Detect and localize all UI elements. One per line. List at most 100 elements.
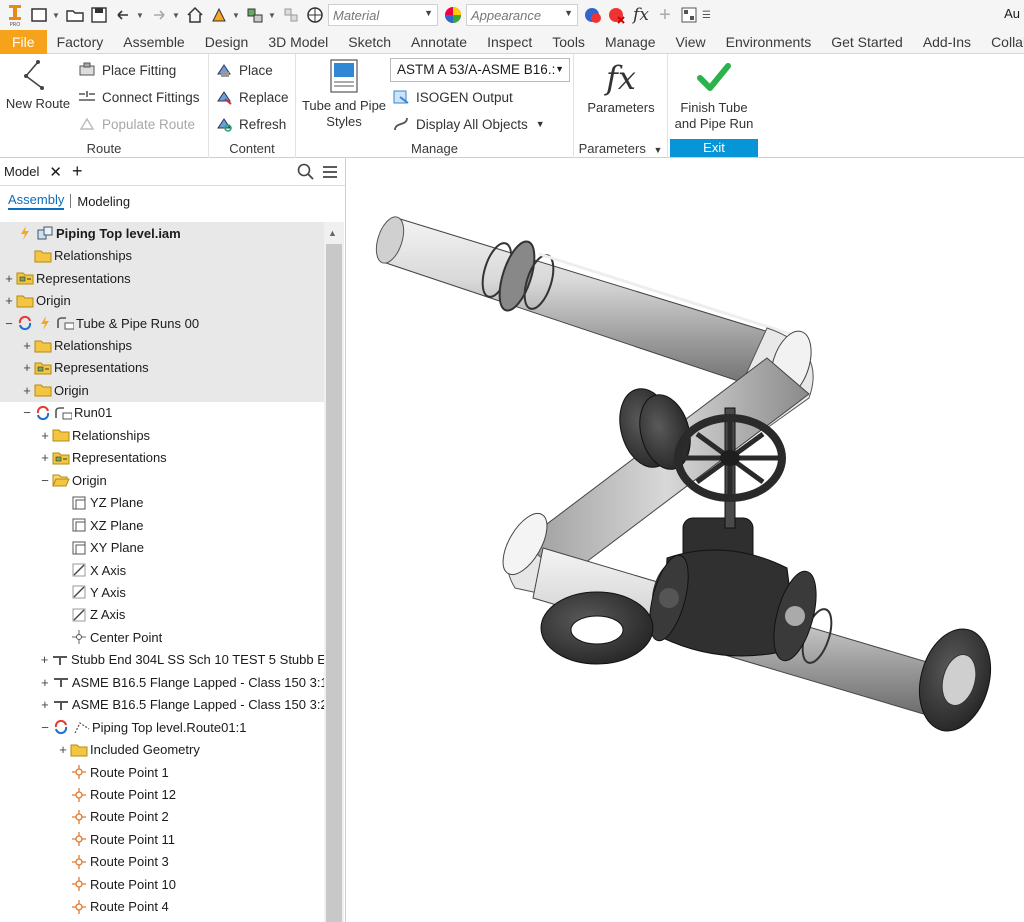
graphics-viewport[interactable] [347,158,1024,922]
tree-row[interactable]: + ASME B16.5 Flange Lapped - Class 150 3:… [0,671,324,694]
select-filter-dropdown-icon[interactable]: ▼ [268,11,276,20]
redo-icon[interactable] [148,4,170,26]
add-browser-tab-icon[interactable]: + [72,161,83,182]
scrollbar-thumb[interactable] [326,244,342,922]
tab-file[interactable]: File [0,29,47,54]
content-place-button[interactable]: Place [215,59,273,81]
isogen-output-button[interactable]: ISOGEN Output [392,86,513,108]
update-dropdown-icon[interactable]: ▼ [232,11,240,20]
open-folder-icon[interactable] [64,4,86,26]
tree-row[interactable]: + Origin [0,289,324,312]
content-replace-button[interactable]: Replace [215,86,289,108]
search-icon[interactable] [297,163,315,184]
parameters-panel-label[interactable]: Parameters ▼ [574,141,667,156]
expand-plus-icon[interactable]: + [22,360,32,375]
tree-row[interactable]: Z Axis [0,604,324,627]
tree-row[interactable]: + Stubb End 304L SS Sch 10 TEST 5 Stubb E… [0,649,324,672]
tree-row[interactable]: Route Point 1 [0,761,324,784]
new-file-icon[interactable] [28,4,50,26]
material-sphere-icon[interactable] [304,4,326,26]
tab-environments[interactable]: Environments [716,30,822,54]
tree-row[interactable]: Route Point 10 [0,873,324,896]
tree-row[interactable]: Route Point 4 [0,896,324,919]
new-route-button[interactable]: New Route [2,58,74,112]
tree-row[interactable]: − Tube & Pipe Runs 00 [0,311,324,335]
display-all-objects-button[interactable]: Display All Objects ▼ [392,113,545,135]
tree-row[interactable]: XZ Plane [0,514,324,537]
tab-manage[interactable]: Manage [595,30,666,54]
expand-plus-icon[interactable]: + [40,675,50,690]
collapse-minus-icon[interactable]: − [22,405,32,420]
adjust-appearance-icon[interactable] [582,4,604,26]
tree-row[interactable]: + Relationships [0,334,324,357]
tree-row[interactable]: Y Axis [0,581,324,604]
expand-plus-icon[interactable]: + [58,742,68,757]
tab-inspect[interactable]: Inspect [477,30,542,54]
customize-qat-icon[interactable]: ☰ [702,10,711,21]
expand-plus-icon[interactable]: + [4,293,14,308]
expand-plus-icon[interactable]: + [4,271,14,286]
tree-row[interactable]: − Origin [0,469,324,492]
connect-fittings-button[interactable]: Connect Fittings [78,86,200,108]
tab-sketch[interactable]: Sketch [338,30,401,54]
content-refresh-button[interactable]: Refresh [215,113,286,135]
expand-plus-icon[interactable]: + [22,383,32,398]
tree-row[interactable]: Route Point 3 [0,851,324,874]
tab-assemble[interactable]: Assemble [113,30,194,54]
place-fitting-button[interactable]: Place Fitting [78,59,176,81]
collapse-minus-icon[interactable]: − [40,473,50,488]
tree-row[interactable]: YZ Plane [0,491,324,514]
assembly-subtab[interactable]: Assembly [8,192,65,210]
home-icon[interactable] [184,4,206,26]
tab-get-started[interactable]: Get Started [821,30,913,54]
measure-icon[interactable] [280,4,302,26]
tab-view[interactable]: View [666,30,716,54]
tree-row[interactable]: + Origin [0,379,324,402]
tree-row[interactable]: − Piping Top level.Route01:1 [0,716,324,739]
tree-row[interactable]: + Representations [0,447,324,470]
ilogic-icon[interactable] [678,4,700,26]
parameters-button[interactable]: fx Parameters [578,58,664,116]
tree-row[interactable]: + Representations [0,356,324,380]
browser-title[interactable]: Model [4,164,39,179]
tree-row[interactable]: + Included Geometry [0,738,324,761]
collapse-minus-icon[interactable]: − [4,316,14,331]
tree-row[interactable]: XY Plane [0,536,324,559]
save-icon[interactable] [88,4,110,26]
update-icon[interactable] [208,4,230,26]
clear-appearance-icon[interactable] [606,4,628,26]
populate-route-button[interactable]: Populate Route [78,113,195,135]
close-browser-icon[interactable]: ✕ [49,163,62,181]
redo-dropdown-icon[interactable]: ▼ [172,11,180,20]
expand-plus-icon[interactable]: + [40,697,50,712]
inventor-logo-icon[interactable]: PRO [4,4,26,27]
tree-row[interactable]: X Axis [0,559,324,582]
undo-dropdown-icon[interactable]: ▼ [136,11,144,20]
expand-plus-icon[interactable]: + [22,338,32,353]
fx-parameters-icon[interactable]: fx [630,4,652,26]
tree-row[interactable]: Route Point 11 [0,828,324,851]
select-filter-icon[interactable] [244,4,266,26]
tree-row[interactable]: Route Point 2 [0,806,324,829]
finish-tube-pipe-run-button[interactable]: Finish Tube and Pipe Run [668,58,760,132]
style-combo[interactable]: ASTM A 53/A-ASME B16.: ▼ [390,58,570,82]
tree-row[interactable]: + ASME B16.5 Flange Lapped - Class 150 3:… [0,693,324,716]
tab-tools[interactable]: Tools [542,30,595,54]
hamburger-menu-icon[interactable] [321,163,339,184]
expand-plus-icon[interactable]: + [40,428,50,443]
tab-factory[interactable]: Factory [47,30,114,54]
undo-icon[interactable] [112,4,134,26]
scroll-up-arrow-icon[interactable]: ▲ [328,228,337,238]
browser-scrollbar[interactable]: ▲ [324,222,344,922]
appearance-color-icon[interactable] [442,4,464,26]
tree-row[interactable]: Route Point 12 [0,783,324,806]
expand-plus-icon[interactable]: + [40,450,50,465]
material-combo[interactable]: Material ▼ [328,4,438,26]
tree-row[interactable]: Center Point [0,626,324,649]
tab-design[interactable]: Design [195,30,259,54]
tree-row[interactable]: Piping Top level.iam [0,222,324,245]
tree-row[interactable]: Relationships [0,244,324,267]
tab-collal[interactable]: Collal [981,30,1024,54]
tube-pipe-styles-button[interactable]: Tube and Pipe Styles [300,58,388,130]
tab-add-ins[interactable]: Add-Ins [913,30,981,54]
